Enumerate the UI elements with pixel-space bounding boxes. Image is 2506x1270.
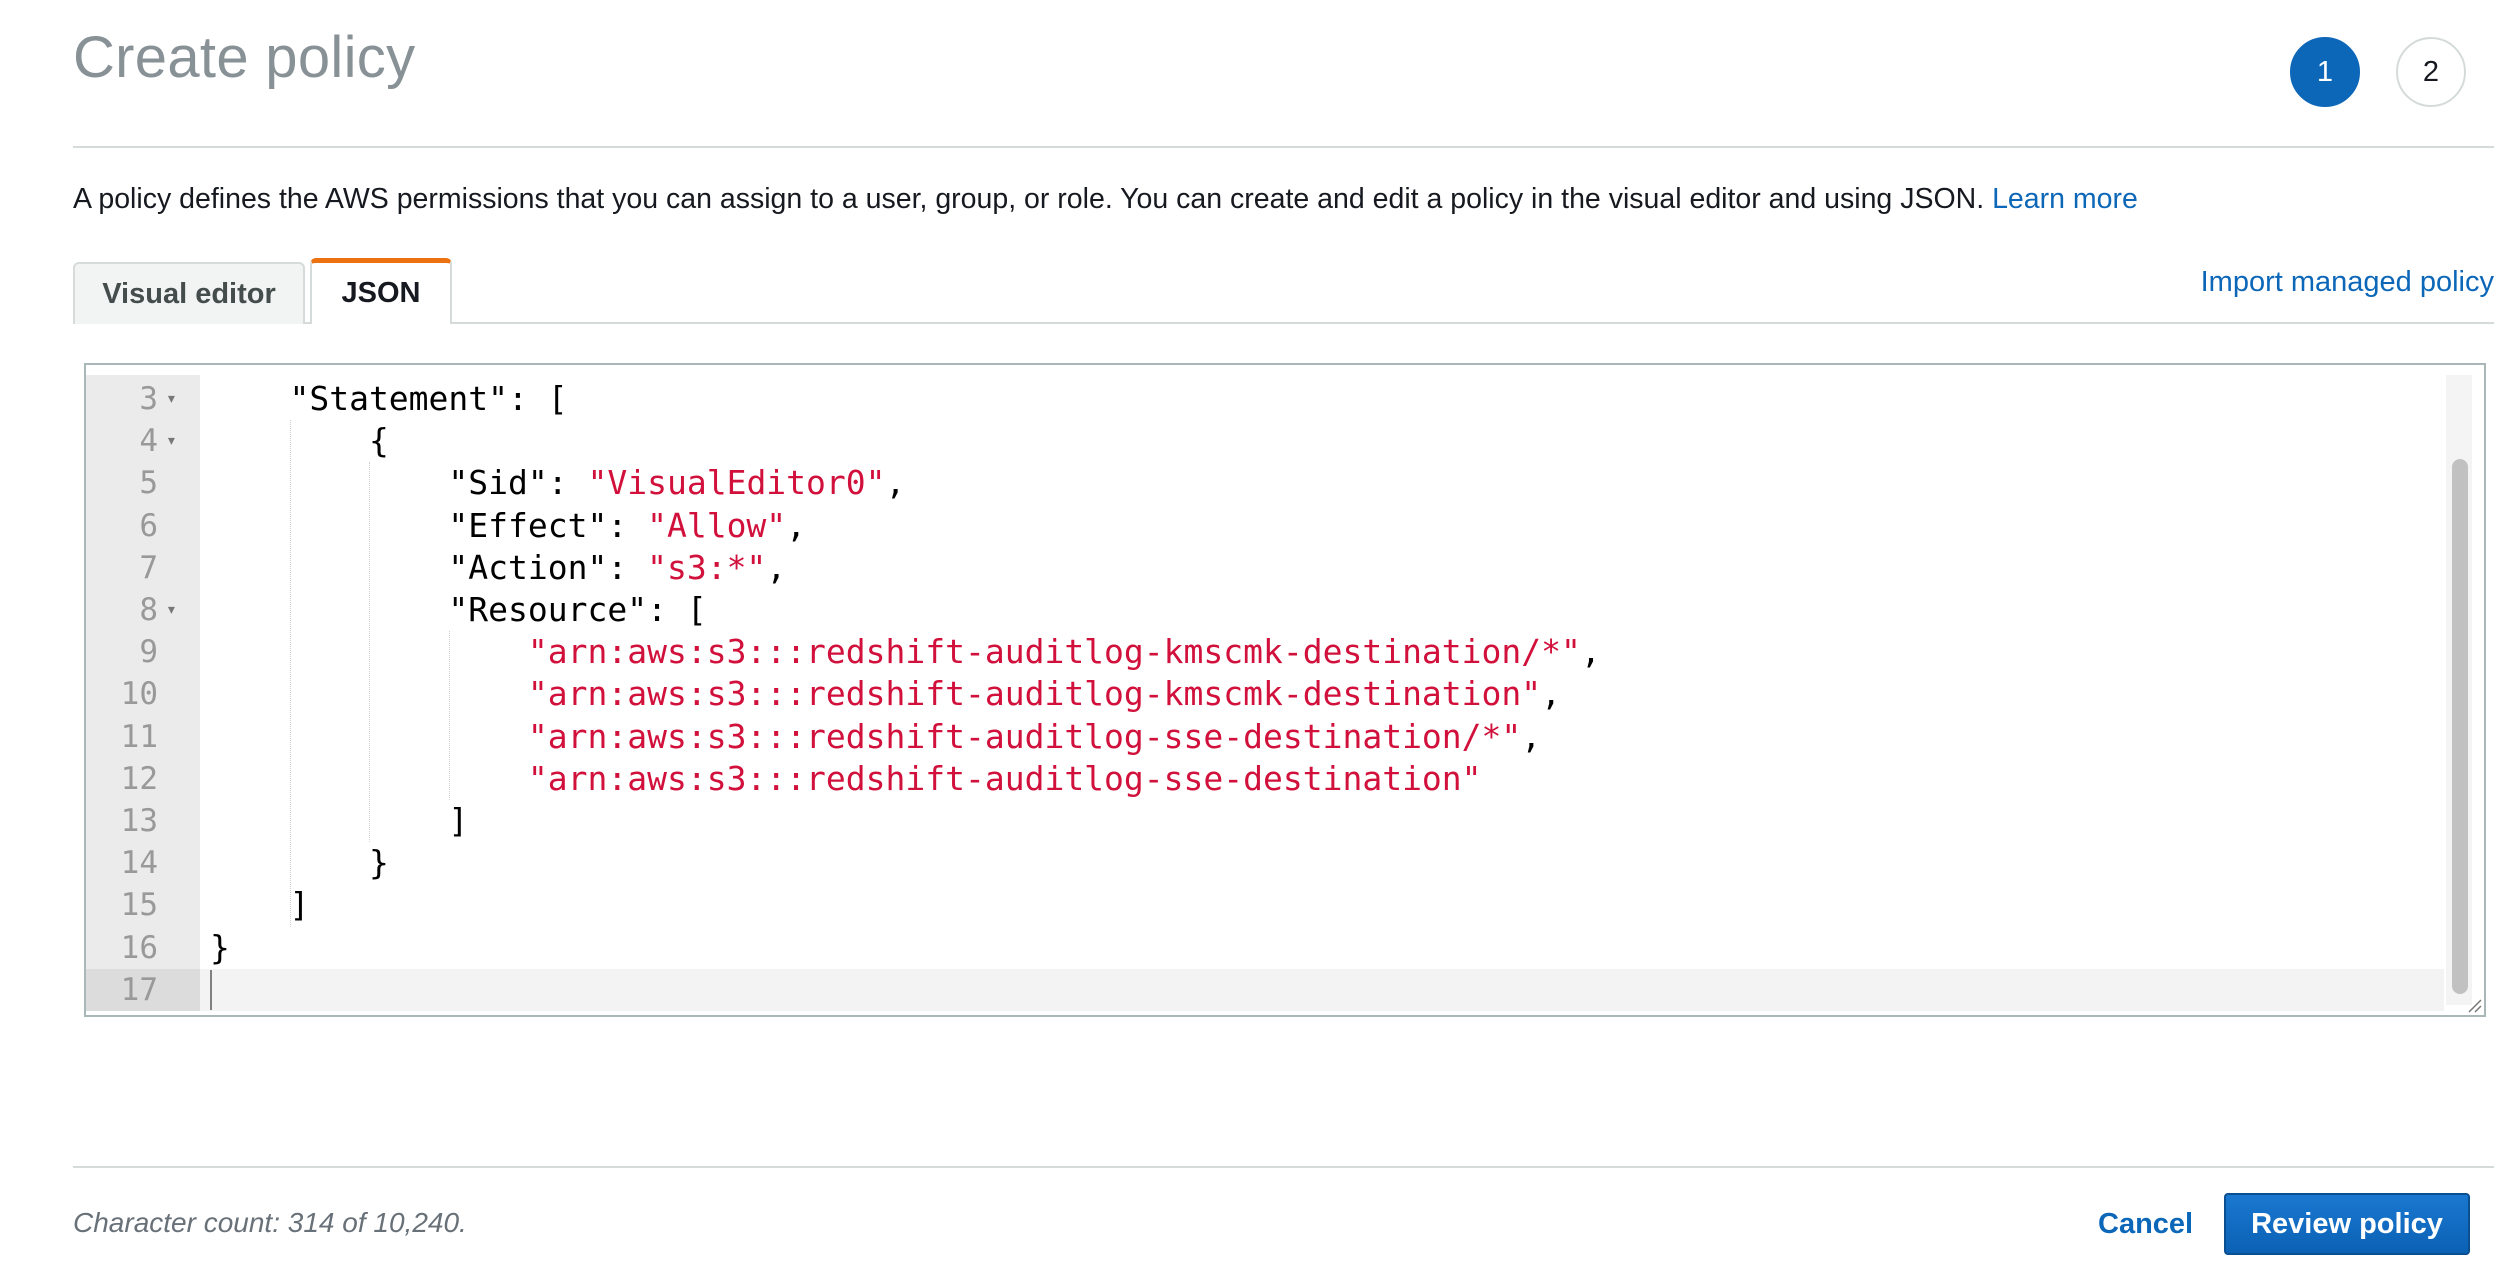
line-number-text: 3 bbox=[139, 381, 158, 417]
code-line: ] bbox=[200, 800, 2444, 842]
json-string-token: "VisualEditor0" bbox=[587, 463, 886, 503]
character-count: Character count: 314 of 10,240. bbox=[73, 1207, 467, 1238]
json-token: "Effect": bbox=[210, 505, 648, 545]
page-title: Create policy bbox=[73, 25, 416, 90]
json-token: "Action": bbox=[210, 547, 648, 587]
json-token: , bbox=[1521, 716, 1542, 756]
line-number: 5 bbox=[86, 462, 200, 504]
json-token: ] bbox=[210, 885, 310, 925]
code-line: "Resource": [ bbox=[200, 589, 2444, 631]
step-1-indicator: 1 bbox=[2290, 37, 2360, 107]
json-token: } bbox=[210, 843, 389, 883]
policy-description: A policy defines the AWS permissions tha… bbox=[73, 183, 2138, 216]
line-number: 15 bbox=[86, 884, 200, 926]
line-number: 14 bbox=[86, 842, 200, 884]
cancel-button[interactable]: Cancel bbox=[2080, 1193, 2211, 1255]
line-number-text: 15 bbox=[120, 887, 158, 924]
code-line bbox=[200, 968, 2444, 1011]
line-number-text: 4 bbox=[139, 423, 158, 460]
json-token: , bbox=[1541, 674, 1562, 714]
json-token: , bbox=[1580, 632, 1601, 672]
text-cursor bbox=[210, 969, 212, 1010]
line-number: 12 bbox=[86, 758, 200, 800]
tab-json-label: JSON bbox=[341, 277, 421, 309]
wizard-steps: 1 2 bbox=[2290, 37, 2466, 107]
line-number: 9 bbox=[86, 631, 200, 673]
indent-guide bbox=[289, 420, 291, 927]
json-token: , bbox=[766, 547, 787, 587]
code-line: } bbox=[200, 927, 2444, 969]
fold-arrow-icon[interactable]: ▾ bbox=[166, 378, 177, 420]
json-string-token: "arn:aws:s3:::redshift-auditlog-kmscmk-d… bbox=[527, 674, 1542, 714]
line-number: 11 bbox=[86, 716, 200, 758]
header-divider bbox=[73, 146, 2494, 148]
editor-scrollbar-thumb[interactable] bbox=[2452, 459, 2468, 994]
json-token: } bbox=[210, 927, 230, 967]
line-number: 7 bbox=[86, 547, 200, 589]
line-number: 10 bbox=[86, 673, 200, 715]
step-2-indicator: 2 bbox=[2396, 37, 2466, 107]
json-code-editor[interactable]: 3 ▾ 4 ▾ 5 6 7 8 ▾ 9 10 11 12 13 14 15 16 17 "Statement": … bbox=[84, 363, 2486, 1017]
json-string-token: "arn:aws:s3:::redshift-auditlog-sse-dest… bbox=[527, 716, 1522, 756]
footer-divider bbox=[73, 1166, 2494, 1168]
json-string-token: "s3:*" bbox=[647, 547, 767, 587]
json-string-token: "arn:aws:s3:::redshift-auditlog-kmscmk-d… bbox=[527, 632, 1581, 672]
line-number-text: 9 bbox=[139, 634, 158, 671]
json-string-token: "Allow" bbox=[647, 505, 787, 545]
tab-visual-editor[interactable]: Visual editor bbox=[73, 262, 305, 324]
code-line: "Effect": "Allow", bbox=[200, 505, 2444, 547]
code-line: "Action": "s3:*", bbox=[200, 547, 2444, 589]
line-number: 3 ▾ bbox=[86, 378, 200, 420]
line-number: 13 bbox=[86, 800, 200, 842]
line-number-text: 5 bbox=[139, 465, 158, 502]
code-line: "arn:aws:s3:::redshift-auditlog-kmscmk-d… bbox=[200, 631, 2444, 673]
code-line: "Sid": "VisualEditor0", bbox=[200, 462, 2444, 504]
fold-arrow-icon[interactable]: ▾ bbox=[166, 420, 177, 462]
line-number-text: 11 bbox=[120, 718, 158, 755]
line-number-text: 7 bbox=[139, 549, 158, 586]
code-line: "arn:aws:s3:::redshift-auditlog-sse-dest… bbox=[200, 758, 2444, 800]
code-line: { bbox=[200, 420, 2444, 462]
fold-arrow-icon[interactable]: ▾ bbox=[166, 589, 177, 631]
line-number: 6 bbox=[86, 505, 200, 547]
json-string-token: "arn:aws:s3:::redshift-auditlog-sse-dest… bbox=[527, 758, 1482, 798]
line-number: 17 bbox=[86, 968, 200, 1011]
resize-handle-icon[interactable] bbox=[2466, 997, 2482, 1013]
editor-tabs: Visual editor JSON Import managed policy bbox=[73, 258, 2494, 326]
code-line: "arn:aws:s3:::redshift-auditlog-kmscmk-d… bbox=[200, 673, 2444, 715]
json-token: "Statement": [ bbox=[210, 379, 568, 418]
line-number-gutter: 3 ▾ 4 ▾ 5 6 7 8 ▾ 9 10 11 12 13 14 15 16 17 bbox=[86, 375, 200, 1011]
indent-guide bbox=[369, 462, 371, 843]
line-number-text: 12 bbox=[120, 760, 158, 797]
line-number: 16 bbox=[86, 927, 200, 969]
line-number-text: 6 bbox=[139, 507, 158, 544]
review-policy-button[interactable]: Review policy bbox=[2224, 1193, 2470, 1255]
line-number-text: 14 bbox=[120, 845, 158, 882]
json-token: ] bbox=[210, 801, 469, 840]
json-token: , bbox=[786, 505, 807, 545]
json-token: "Sid": bbox=[210, 463, 588, 503]
line-number: 4 ▾ bbox=[86, 420, 200, 462]
line-number: 8 ▾ bbox=[86, 589, 200, 631]
line-number-text: 10 bbox=[120, 676, 158, 713]
json-token: { bbox=[210, 421, 389, 461]
code-line: ] bbox=[200, 884, 2444, 926]
indent-guide bbox=[448, 631, 450, 800]
code-line: "arn:aws:s3:::redshift-auditlog-sse-dest… bbox=[200, 716, 2444, 758]
json-token: "Resource": [ bbox=[210, 590, 707, 629]
learn-more-link[interactable]: Learn more bbox=[1992, 183, 2138, 215]
line-number-text: 16 bbox=[120, 929, 158, 966]
description-text: A policy defines the AWS permissions tha… bbox=[73, 183, 1985, 215]
json-token: , bbox=[885, 463, 906, 503]
code-content[interactable]: "Statement": [ { "Sid": "VisualEditor0",… bbox=[200, 375, 2444, 1011]
code-line: "Statement": [ bbox=[200, 378, 2444, 420]
line-number-text: 17 bbox=[120, 971, 158, 1008]
line-number-text: 8 bbox=[139, 592, 158, 628]
import-managed-policy-link[interactable]: Import managed policy bbox=[2201, 266, 2494, 299]
code-line: } bbox=[200, 842, 2444, 884]
tab-json[interactable]: JSON bbox=[310, 258, 452, 326]
line-number-text: 13 bbox=[120, 803, 158, 839]
